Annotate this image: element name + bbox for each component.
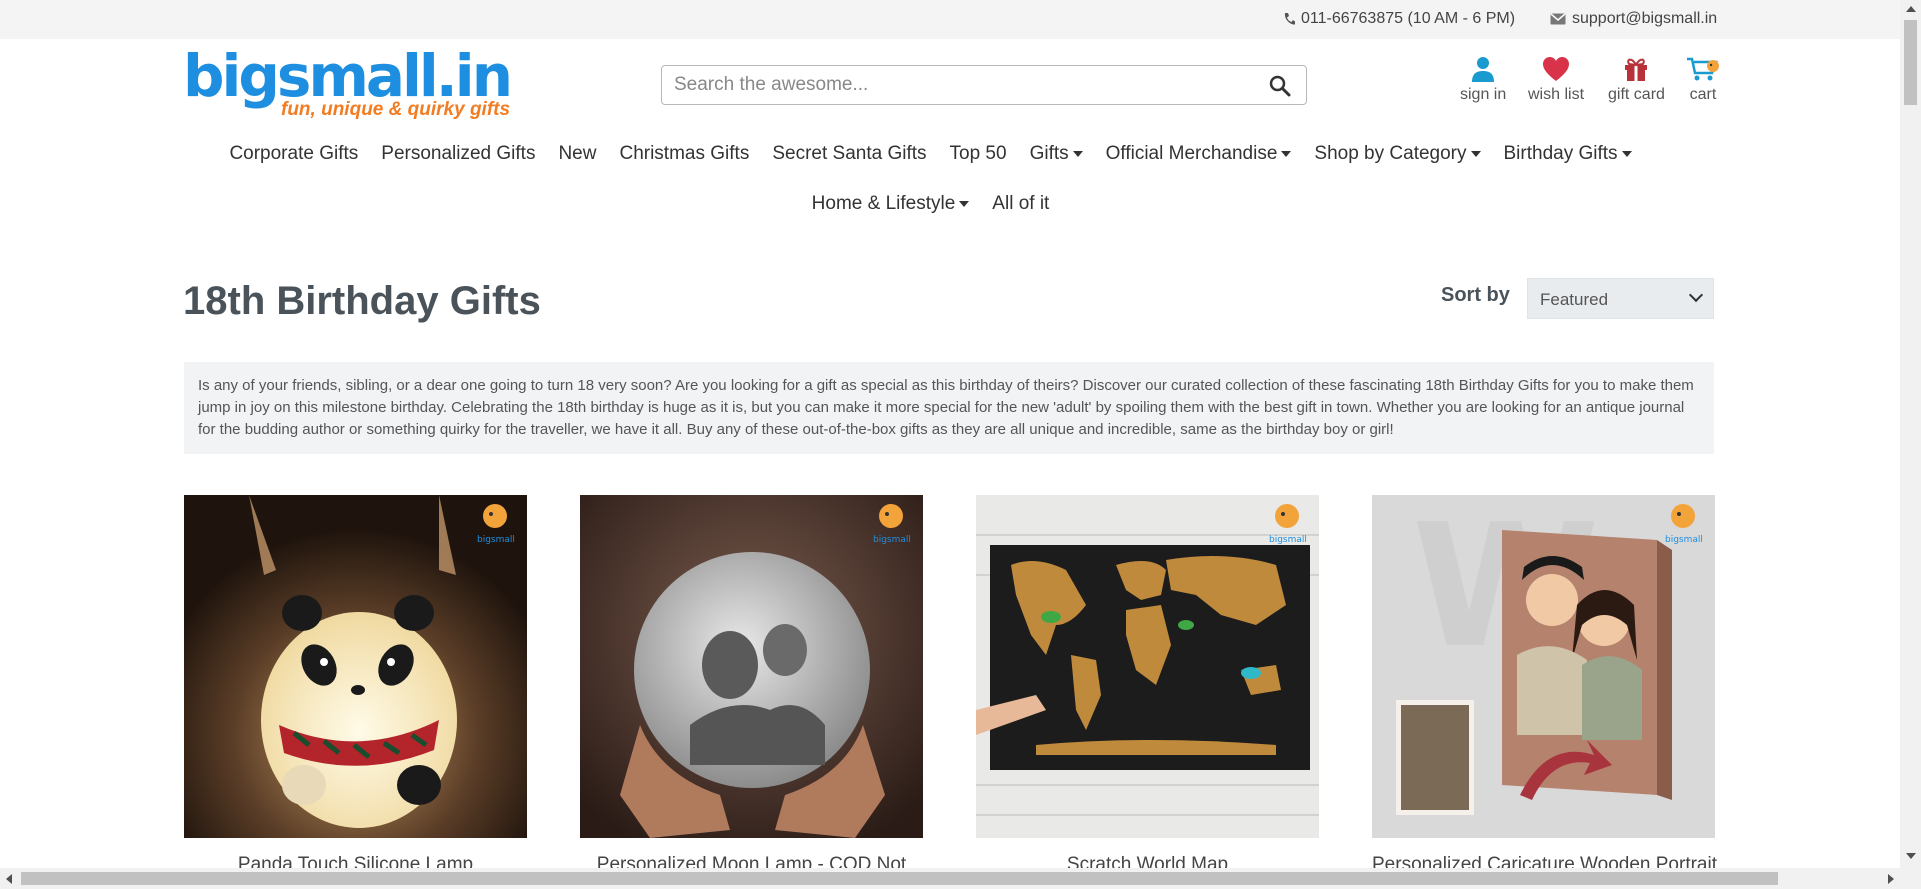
logo-wordmark: bigsmall.in — [183, 42, 513, 110]
phone-icon — [1284, 13, 1295, 25]
svg-text:bigsmall: bigsmall — [477, 535, 515, 545]
elephant-badge-icon: bigsmall — [1269, 504, 1307, 545]
sort-label: Sort by — [1441, 284, 1510, 306]
elephant-badge-icon: bigsmall — [477, 504, 515, 545]
cart-icon — [1687, 57, 1719, 81]
page-title: 18th Birthday Gifts — [183, 279, 541, 323]
caret-down-icon — [1281, 150, 1292, 157]
gift-icon — [1625, 58, 1648, 81]
product-image-scratch-map[interactable]: bigsmall — [976, 495, 1319, 838]
main-nav-row-1: Corporate Gifts Personalized Gifts New C… — [0, 143, 1891, 165]
scroll-up-arrow-icon[interactable] — [1906, 6, 1916, 12]
svg-text:bigsmall: bigsmall — [873, 535, 911, 545]
search-input[interactable] — [674, 66, 1254, 104]
brand-logo[interactable]: bigsmall.in fun, unique & quirky gifts — [183, 42, 513, 125]
elephant-badge-icon: bigsmall — [873, 504, 911, 545]
caret-down-icon — [1470, 150, 1481, 157]
nav-all-of-it[interactable]: All of it — [992, 193, 1049, 215]
chevron-down-icon — [1688, 287, 1704, 303]
phone-contact[interactable]: 011-66763875 (10 AM - 6 PM) — [1283, 10, 1515, 28]
email-contact[interactable]: support@bigsmall.in — [1550, 10, 1717, 28]
product-image-panda-lamp[interactable]: bigsmall — [184, 495, 527, 838]
nav-personalized-gifts[interactable]: Personalized Gifts — [381, 143, 535, 165]
product-image-caricature-portrait[interactable]: W bigsmall — [1372, 495, 1715, 838]
user-icon — [1472, 57, 1495, 82]
nav-shop-by-category-dropdown[interactable]: Shop by Category — [1314, 143, 1481, 165]
nav-official-merchandise-dropdown[interactable]: Official Merchandise — [1106, 143, 1292, 165]
main-nav-row-2: Home & Lifestyle All of it — [0, 193, 1891, 215]
product-image-moon-lamp[interactable]: bigsmall — [580, 495, 923, 838]
nav-home-lifestyle-label: Home & Lifestyle — [811, 193, 956, 214]
scroll-left-arrow-icon[interactable] — [6, 874, 12, 884]
nav-christmas-gifts[interactable]: Christmas Gifts — [619, 143, 749, 165]
gift-card-link[interactable]: gift card — [1608, 56, 1665, 104]
svg-text:bigsmall: bigsmall — [1665, 535, 1703, 545]
sort-select[interactable]: Featured — [1527, 278, 1714, 319]
email-address: support@bigsmall.in — [1572, 10, 1718, 27]
sign-in-link[interactable]: sign in — [1460, 56, 1506, 104]
logo-tagline: fun, unique & quirky gifts — [281, 99, 511, 120]
nav-gifts-dropdown[interactable]: Gifts — [1030, 143, 1083, 165]
nav-official-merchandise-label: Official Merchandise — [1105, 143, 1278, 164]
nav-gifts-label: Gifts — [1029, 143, 1069, 164]
sign-in-label: sign in — [1460, 86, 1507, 103]
nav-corporate-gifts[interactable]: Corporate Gifts — [229, 143, 358, 165]
heart-icon — [1543, 57, 1569, 81]
nav-top-50[interactable]: Top 50 — [950, 143, 1007, 165]
horizontal-scrollbar[interactable] — [0, 868, 1900, 889]
product-card[interactable]: bigsmall Scratch World Map — [976, 495, 1319, 876]
vertical-scrollbar[interactable] — [1900, 0, 1921, 889]
caret-down-icon — [1072, 150, 1083, 157]
caret-down-icon — [1621, 150, 1632, 157]
caret-down-icon — [959, 200, 970, 207]
search-icon[interactable] — [1268, 74, 1292, 98]
wish-list-label: wish list — [1528, 86, 1585, 103]
vertical-scroll-thumb[interactable] — [1904, 20, 1917, 105]
cart-label: cart — [1689, 86, 1717, 103]
gift-card-label: gift card — [1608, 86, 1665, 103]
search-box[interactable] — [661, 65, 1307, 105]
category-description: Is any of your friends, sibling, or a de… — [184, 362, 1714, 454]
wish-list-link[interactable]: wish list — [1528, 56, 1584, 104]
nav-shop-by-category-label: Shop by Category — [1314, 143, 1467, 164]
nav-new[interactable]: New — [558, 143, 596, 165]
nav-secret-santa-gifts[interactable]: Secret Santa Gifts — [772, 143, 926, 165]
elephant-badge-icon: bigsmall — [1665, 504, 1703, 545]
scroll-right-arrow-icon[interactable] — [1888, 874, 1894, 884]
product-card[interactable]: bigsmall Panda Touch Silicone Lamp — [184, 495, 527, 876]
horizontal-scroll-thumb[interactable] — [21, 872, 1778, 885]
phone-number: 011-66763875 (10 AM - 6 PM) — [1301, 10, 1516, 27]
nav-birthday-gifts-label: Birthday Gifts — [1503, 143, 1618, 164]
top-contact-bar: 011-66763875 (10 AM - 6 PM) support@bigs… — [0, 0, 1900, 39]
nav-home-lifestyle-dropdown[interactable]: Home & Lifestyle — [812, 193, 970, 215]
product-card[interactable]: bigsmall Personalized Moon Lamp - COD No… — [580, 495, 923, 876]
scroll-down-arrow-icon[interactable] — [1906, 853, 1916, 859]
product-card[interactable]: W bigsmall Personalized Caricature Woode… — [1372, 495, 1717, 876]
sort-selected-value: Featured — [1540, 290, 1609, 309]
cart-link[interactable]: cart — [1686, 56, 1720, 104]
svg-text:bigsmall: bigsmall — [1269, 535, 1307, 545]
nav-birthday-gifts-dropdown[interactable]: Birthday Gifts — [1504, 143, 1632, 165]
envelope-icon — [1550, 13, 1566, 25]
